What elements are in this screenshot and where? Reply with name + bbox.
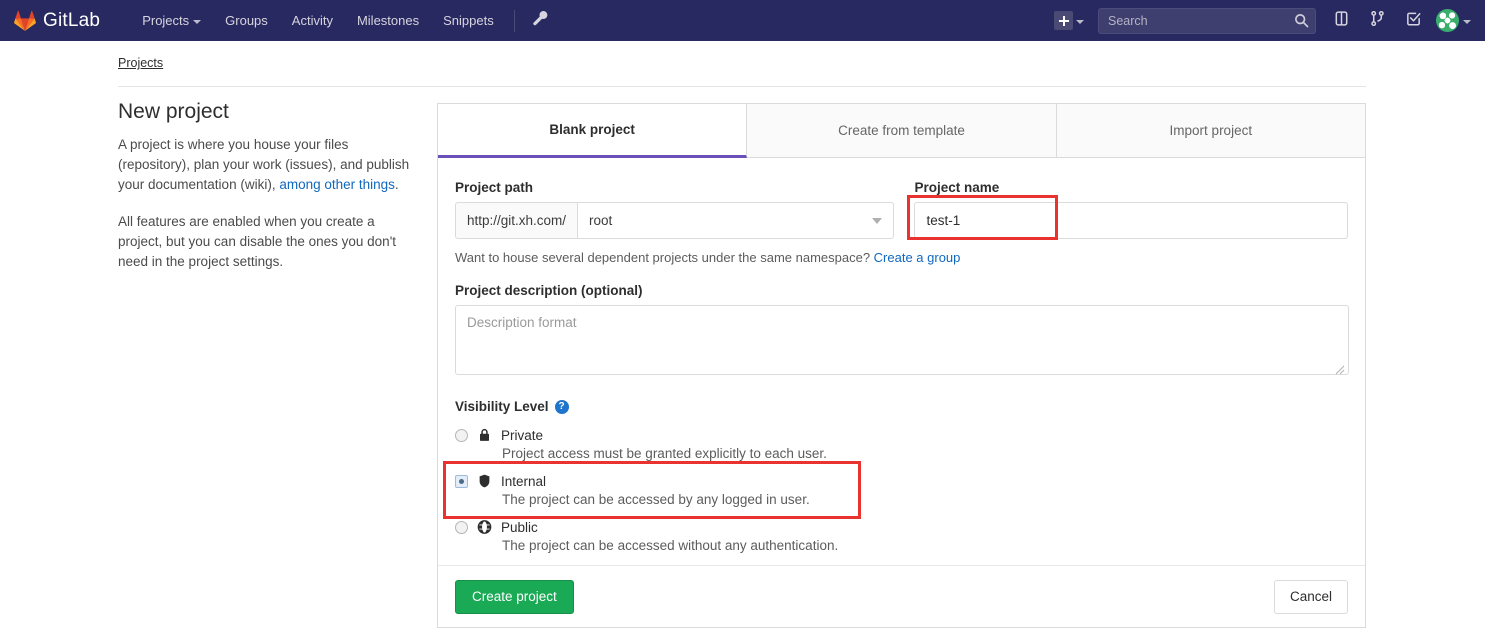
among-other-things-link[interactable]: among other things <box>279 177 395 192</box>
nav-item-snippets[interactable]: Snippets <box>431 0 506 41</box>
brand-text: GitLab <box>43 9 101 31</box>
project-description-wrapper <box>455 305 1349 375</box>
navbar-right-group <box>1048 0 1485 41</box>
visibility-option-public-head: Public <box>455 519 1348 535</box>
project-description-label: Project description (optional) <box>455 283 643 298</box>
radio-private[interactable] <box>455 428 468 442</box>
intro-paragraph-1: A project is where you house your files … <box>118 135 418 195</box>
globe-icon <box>477 519 492 535</box>
create-a-group-link[interactable]: Create a group <box>874 250 961 265</box>
page-title: New project <box>118 100 229 123</box>
chevron-down-icon <box>1463 19 1471 24</box>
nav-item-groups-label: Groups <box>225 13 268 28</box>
visibility-option-private-name: Private <box>501 427 544 443</box>
namespace-hint: Want to house several dependent projects… <box>455 250 1348 265</box>
plus-square-icon <box>1054 11 1073 30</box>
visibility-option-private-head: Private <box>455 427 1348 443</box>
shield-icon <box>477 473 492 489</box>
nav-divider <box>513 9 515 32</box>
nav-item-projects-label: Projects <box>142 13 190 28</box>
issues-icon <box>1333 10 1350 32</box>
lock-icon <box>477 427 492 443</box>
nav-item-snippets-label: Snippets <box>443 13 494 28</box>
user-menu-button[interactable] <box>1432 9 1471 32</box>
chevron-down-icon <box>193 19 202 24</box>
visibility-option-internal-head: Internal <box>455 473 1348 489</box>
tab-create-from-template[interactable]: Create from template <box>747 104 1057 158</box>
nav-item-activity[interactable]: Activity <box>280 0 345 41</box>
breadcrumb-divider <box>118 86 1366 87</box>
tab-blank-project[interactable]: Blank project <box>438 104 748 158</box>
radio-internal[interactable] <box>455 474 468 488</box>
gitlab-home-link[interactable]: GitLab <box>0 0 114 41</box>
merge-requests-icon <box>1369 10 1386 32</box>
primary-nav: Projects Groups Activity Milestones Snip… <box>130 0 555 41</box>
nav-item-groups[interactable]: Groups <box>213 0 280 41</box>
new-project-form: Project path http://git.xh.com/ root Pro… <box>438 158 1365 553</box>
nav-item-milestones[interactable]: Milestones <box>345 0 431 41</box>
new-project-card: Blank project Create from template Impor… <box>437 103 1366 628</box>
intro-paragraph-2: All features are enabled when you create… <box>118 214 397 269</box>
project-path-field: Project path http://git.xh.com/ root <box>455 180 895 239</box>
top-navbar: GitLab Projects Groups Activity Mileston… <box>0 0 1485 41</box>
help-question-icon[interactable]: ? <box>554 399 569 414</box>
admin-area-button[interactable] <box>525 0 555 41</box>
project-description-textarea[interactable] <box>455 305 1349 375</box>
wrench-icon <box>532 10 548 31</box>
project-name-label: Project name <box>914 180 1000 195</box>
visibility-option-internal[interactable]: Internal The project can be accessed by … <box>455 473 1348 507</box>
new-dropdown-button[interactable] <box>1048 0 1090 41</box>
search-input[interactable] <box>1098 7 1316 34</box>
chevron-down-icon <box>872 218 883 224</box>
visibility-option-private[interactable]: Private Project access must be granted e… <box>455 427 1348 461</box>
navbar-left-group: GitLab Projects Groups Activity Mileston… <box>0 0 555 41</box>
nav-item-activity-label: Activity <box>291 13 333 28</box>
visibility-level-label: Visibility Level <box>455 399 549 414</box>
path-and-name-row: Project path http://git.xh.com/ root Pro… <box>455 180 1348 239</box>
search-box[interactable] <box>1098 7 1316 34</box>
visibility-option-public[interactable]: Public The project can be accessed witho… <box>455 519 1348 553</box>
intro-paragraph-1-period: . <box>394 177 399 192</box>
merge-requests-button[interactable] <box>1360 0 1394 41</box>
tab-blank-project-label: Blank project <box>549 122 635 137</box>
gitlab-fox-logo-icon <box>14 10 36 31</box>
visibility-option-public-description: The project can be accessed without any … <box>502 538 839 553</box>
namespace-select-value: root <box>589 213 613 228</box>
breadcrumb-bar: Projects <box>0 41 1485 87</box>
project-type-tabs: Blank project Create from template Impor… <box>438 104 1365 158</box>
breadcrumb[interactable]: Projects <box>118 56 163 70</box>
nav-item-milestones-label: Milestones <box>356 13 420 28</box>
chevron-down-icon <box>1076 19 1084 24</box>
visibility-option-internal-name: Internal <box>501 473 547 489</box>
visibility-option-internal-description: The project can be accessed by any logge… <box>502 492 810 507</box>
tab-import-project-label: Import project <box>1169 123 1253 138</box>
create-project-button[interactable]: Create project <box>455 579 574 614</box>
new-project-intro: New project A project is where you house… <box>118 100 418 289</box>
project-name-input[interactable] <box>914 202 1348 239</box>
radio-public[interactable] <box>455 520 468 534</box>
todos-button[interactable] <box>1396 0 1430 41</box>
project-path-prefix: http://git.xh.com/ <box>455 202 578 239</box>
project-name-field: Project name <box>914 180 1348 239</box>
visibility-option-public-name: Public <box>501 519 538 535</box>
visibility-options: Private Project access must be granted e… <box>455 427 1348 553</box>
namespace-hint-text: Want to house several dependent projects… <box>455 250 874 265</box>
nav-item-projects[interactable]: Projects <box>130 0 213 41</box>
project-path-group: http://git.xh.com/ root <box>455 202 895 239</box>
project-path-label: Project path <box>455 180 534 195</box>
namespace-select[interactable]: root <box>577 202 895 239</box>
issues-button[interactable] <box>1324 0 1358 41</box>
avatar <box>1436 9 1459 32</box>
visibility-level-header: Visibility Level ? <box>455 399 1348 414</box>
tab-import-project[interactable]: Import project <box>1056 104 1365 158</box>
todos-checkmark-icon <box>1405 10 1422 32</box>
form-actions: Create project Cancel <box>438 565 1365 627</box>
visibility-option-private-description: Project access must be granted explicitl… <box>502 446 827 461</box>
tab-create-from-template-label: Create from template <box>838 123 965 138</box>
cancel-button[interactable]: Cancel <box>1273 579 1348 614</box>
